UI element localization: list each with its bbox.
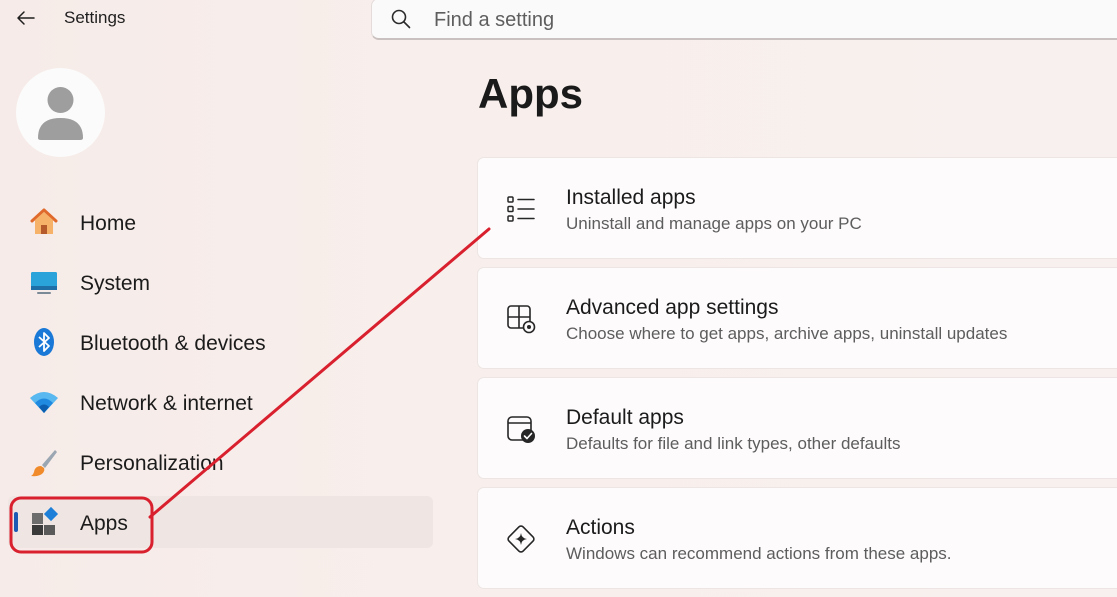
sidebar-item-label: Home [80,212,137,235]
card-title: Actions [566,516,635,539]
card-description: Defaults for file and link types, other … [566,434,901,453]
card-description: Windows can recommend actions from these… [566,544,952,563]
sidebar-item-home[interactable]: Home [8,196,433,248]
card-description: Choose where to get apps, archive apps, … [566,324,1008,343]
sidebar-item-network[interactable]: Network & internet [8,376,433,428]
sidebar-item-label: Apps [80,512,128,535]
card-title: Default apps [566,406,684,429]
search-box[interactable] [371,0,1117,40]
bluetooth-icon [34,328,54,356]
actions-card[interactable]: Actions Windows can recommend actions fr… [477,487,1117,589]
card-description: Uninstall and manage apps on your PC [566,214,862,233]
actions-icon [507,525,535,553]
sidebar-item-bluetooth[interactable]: Bluetooth & devices [8,316,433,368]
system-icon [31,272,57,294]
user-icon [38,87,83,140]
list-icon [507,196,535,222]
sidebar-item-label: Personalization [80,452,224,475]
sidebar-item-label: Bluetooth & devices [80,332,266,355]
page-title: Apps [478,70,583,117]
back-button[interactable] [14,6,38,30]
apps-icon [32,506,59,535]
wifi-icon [30,392,58,413]
sidebar-item-personalization[interactable]: Personalization [8,436,433,488]
advanced-app-settings-card[interactable]: Advanced app settings Choose where to ge… [477,267,1117,369]
home-icon [30,208,58,234]
card-title: Advanced app settings [566,296,779,319]
sidebar-item-label: System [80,272,151,295]
avatar[interactable] [16,68,105,157]
app-title: Settings [64,8,126,27]
card-title: Installed apps [566,186,696,209]
default-apps-card[interactable]: Default apps Defaults for file and link … [477,377,1117,479]
sidebar-nav: Home System Bluetooth & devices Network … [0,196,440,556]
search-icon [391,9,411,29]
arrow-left-icon [17,11,35,25]
sidebar-item-label: Network & internet [80,392,253,415]
app-settings-icon [507,305,536,334]
brush-icon [31,450,57,477]
settings-cards: Installed apps Uninstall and manage apps… [477,157,1117,597]
sidebar-item-system[interactable]: System [8,256,433,308]
default-apps-icon [507,416,535,443]
installed-apps-card[interactable]: Installed apps Uninstall and manage apps… [477,157,1117,259]
search-input[interactable] [432,5,1076,35]
sidebar-item-apps[interactable]: Apps [8,496,433,548]
selection-indicator [14,512,18,532]
